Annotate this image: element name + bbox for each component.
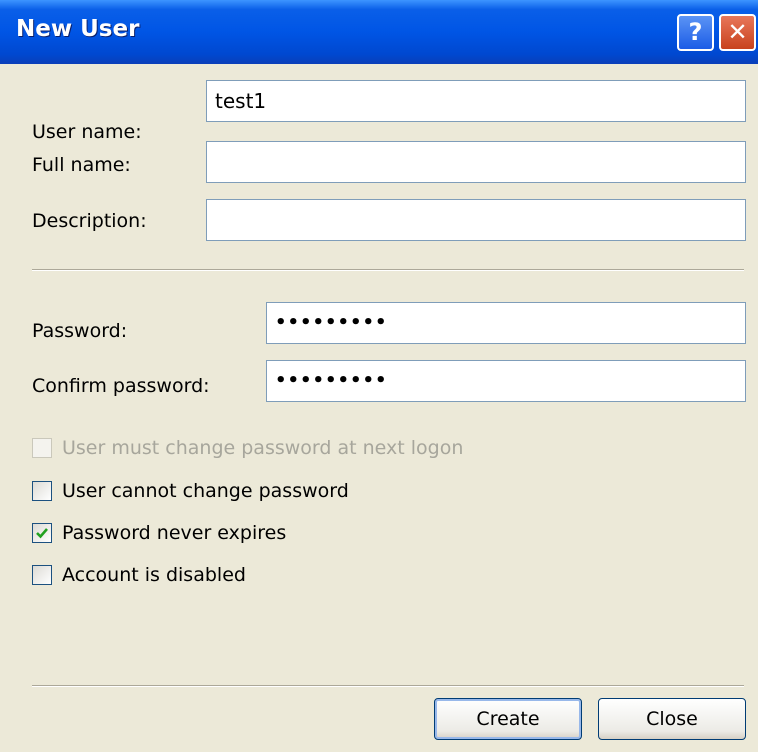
user-name-label: User name:: [32, 121, 142, 143]
help-button[interactable]: ?: [677, 14, 714, 51]
dialog-title: New User: [16, 16, 140, 42]
separator-bottom: [32, 685, 744, 687]
account-disabled-checkbox[interactable]: [32, 565, 52, 585]
separator-top: [32, 269, 744, 271]
password-never-expires-checkbox[interactable]: [32, 523, 52, 543]
close-window-button[interactable]: ✕: [719, 14, 756, 51]
close-button[interactable]: Close: [598, 698, 746, 740]
must-change-password-checkbox[interactable]: [32, 438, 52, 458]
password-label: Password:: [32, 320, 128, 342]
description-label: Description:: [32, 210, 147, 232]
account-disabled-label: Account is disabled: [62, 564, 246, 586]
cannot-change-password-label: User cannot change password: [62, 480, 349, 502]
user-name-field[interactable]: test1: [206, 80, 746, 122]
password-field[interactable]: •••••••••: [266, 302, 746, 344]
full-name-field[interactable]: [206, 141, 746, 183]
title-bar[interactable]: New User ? ✕: [0, 0, 758, 64]
password-never-expires-label: Password never expires: [62, 522, 287, 544]
new-user-dialog: New User ? ✕ User name: test1 Full name:…: [0, 0, 758, 752]
confirm-password-label: Confirm password:: [32, 375, 210, 397]
close-icon: ✕: [727, 18, 748, 46]
checkmark-icon: [36, 528, 48, 539]
cannot-change-password-checkbox[interactable]: [32, 481, 52, 501]
must-change-password-label: User must change password at next logon: [62, 437, 464, 459]
help-icon: ?: [688, 18, 703, 46]
confirm-password-field[interactable]: •••••••••: [266, 360, 746, 402]
create-button[interactable]: Create: [434, 698, 582, 740]
description-field[interactable]: [206, 199, 746, 241]
full-name-label: Full name:: [32, 154, 131, 176]
